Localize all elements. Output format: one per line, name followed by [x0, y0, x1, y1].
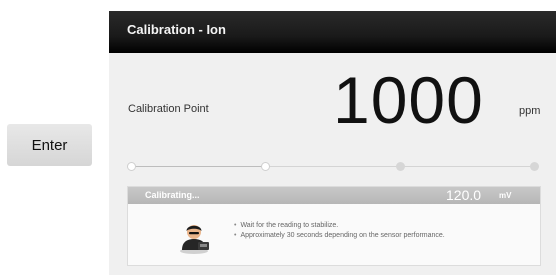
progress-step [127, 162, 136, 171]
calibration-progress [123, 161, 543, 173]
page: Enter Calibration - Ion Calibration Poin… [0, 0, 556, 275]
calibration-point-unit: ppm [519, 105, 541, 117]
title-bar: Calibration - Ion [109, 11, 556, 53]
progress-track-completed [131, 166, 266, 167]
reading-unit: mV [499, 191, 512, 200]
enter-button-label: Enter [31, 136, 68, 154]
instruction-item: Approximately 30 seconds depending on th… [234, 231, 444, 241]
enter-button[interactable]: Enter [7, 124, 92, 166]
calibration-point-value: 1000 [333, 63, 484, 137]
status-bar: Calibrating... 120.0 mV [128, 187, 540, 204]
instruction-list: Wait for the reading to stabilize. Appro… [234, 221, 445, 241]
progress-step [530, 162, 539, 171]
calibration-screen: Calibration - Ion Calibration Point 1000… [109, 11, 556, 275]
status-panel: Calibrating... 120.0 mV Wait for the rea… [127, 186, 541, 266]
person-with-device-icon [180, 225, 209, 254]
progress-step [261, 162, 271, 171]
instruction-item: Wait for the reading to stabilize. [234, 221, 445, 231]
status-text: Calibrating... [145, 190, 200, 200]
progress-step [395, 162, 405, 171]
reading-value: 120.0 [446, 187, 482, 203]
window-title: Calibration - Ion [127, 22, 226, 37]
calibration-point-label: Calibration Point [128, 103, 209, 115]
